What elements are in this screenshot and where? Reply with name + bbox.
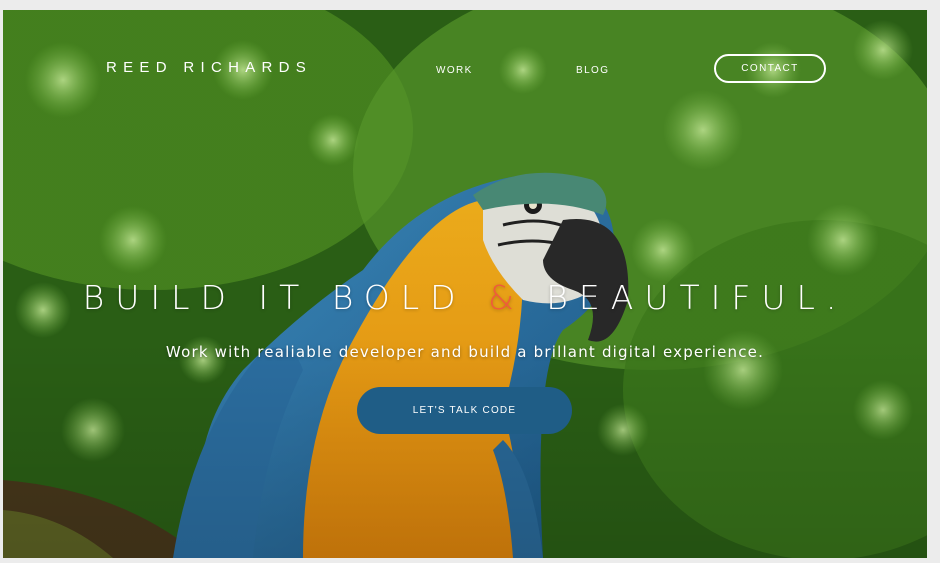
- cta-button-label: LET'S TALK CODE: [412, 405, 517, 416]
- hero-headline: BUILD IT BOLD & BEAUTIFUL.: [3, 278, 927, 317]
- contact-button[interactable]: CONTACT: [714, 54, 826, 83]
- hero-subheadline: Work with realiable developer and build …: [165, 343, 765, 361]
- nav-link-blog[interactable]: BLOG: [576, 65, 609, 76]
- brand-logo[interactable]: REED RICHARDS: [106, 59, 312, 76]
- lets-talk-code-button[interactable]: LET'S TALK CODE: [357, 387, 572, 434]
- hero-section: REED RICHARDS WORK BLOG CONTACT BUILD IT…: [3, 10, 927, 558]
- contact-button-label: CONTACT: [741, 63, 799, 74]
- headline-part-1: BUILD IT BOLD: [82, 278, 489, 317]
- nav-link-work[interactable]: WORK: [436, 65, 473, 76]
- headline-ampersand: &: [488, 278, 525, 317]
- headline-part-2: BEAUTIFUL.: [524, 278, 848, 317]
- page-frame: REED RICHARDS WORK BLOG CONTACT BUILD IT…: [0, 0, 940, 563]
